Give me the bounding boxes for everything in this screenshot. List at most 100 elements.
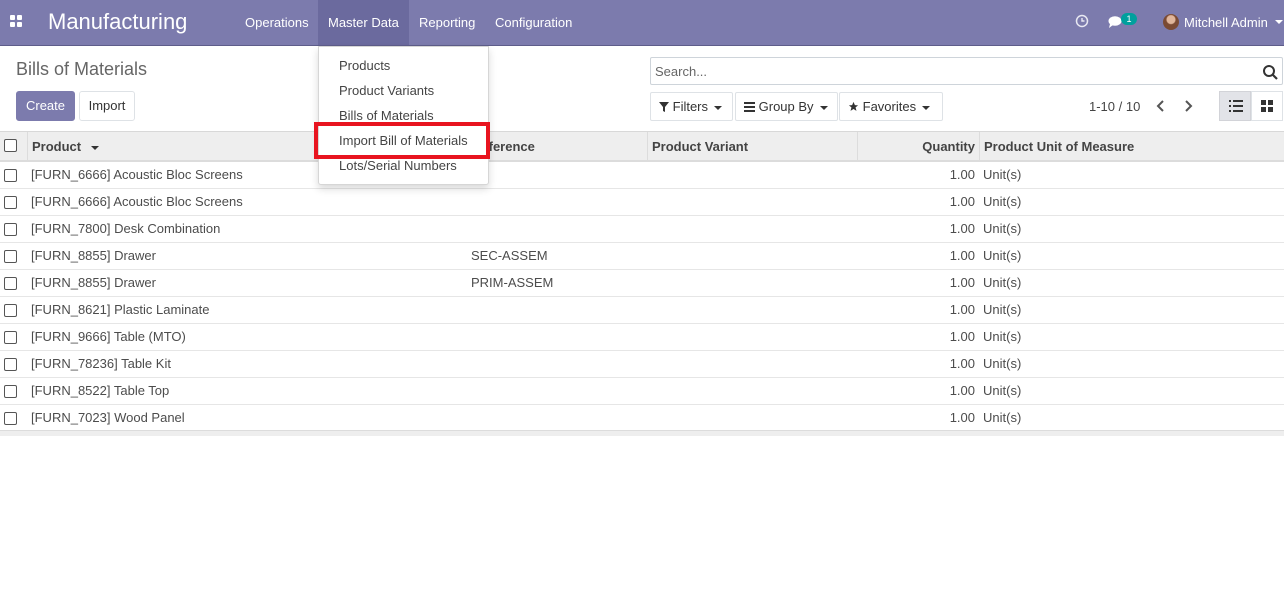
cell-product: [FURN_7800] Desk Combination <box>31 221 221 236</box>
pager-value[interactable]: 1-10 / 10 <box>1089 99 1140 114</box>
import-button[interactable]: Import <box>79 91 135 121</box>
cell-product: [FURN_8855] Drawer <box>31 248 156 263</box>
row-checkbox[interactable] <box>4 196 17 209</box>
menu-configuration[interactable]: Configuration <box>485 0 582 45</box>
apps-grid-icon[interactable] <box>10 15 23 28</box>
list-view-button[interactable] <box>1219 91 1251 121</box>
table-row[interactable]: [FURN_8522] Table Top 1.00 Unit(s) <box>0 378 1284 405</box>
column-header-variant[interactable]: Product Variant <box>647 132 857 161</box>
menu-master-data[interactable]: Master Data <box>318 0 409 45</box>
cell-reference: SEC-ASSEM <box>471 248 548 263</box>
caret-down-icon <box>922 105 931 110</box>
table-row[interactable]: [FURN_7800] Desk Combination 1.00 Unit(s) <box>0 216 1284 243</box>
cell-product: [FURN_8855] Drawer <box>31 275 156 290</box>
app-name[interactable]: Manufacturing <box>48 9 187 35</box>
dropdown-item-products[interactable]: Products <box>339 56 390 76</box>
cell-uom: Unit(s) <box>983 356 1022 371</box>
table-row[interactable]: [FURN_9666] Table (MTO) 1.00 Unit(s) <box>0 324 1284 351</box>
page-title: Bills of Materials <box>16 59 148 79</box>
cell-quantity: 1.00 <box>949 329 975 344</box>
cell-quantity: 1.00 <box>949 248 975 263</box>
search-input[interactable] <box>655 61 1245 81</box>
dropdown-item-import-bill-of-materials[interactable]: Import Bill of Materials <box>339 131 468 151</box>
top-navbar: Manufacturing Operations Master Data Rep… <box>0 0 1284 46</box>
column-header-reference[interactable]: Reference <box>467 132 647 161</box>
cell-quantity: 1.00 <box>949 410 975 425</box>
cell-reference: PRIM-ASSEM <box>471 275 554 290</box>
messages-count-badge: 1 <box>1121 13 1137 25</box>
chevron-down-icon[interactable] <box>1275 20 1283 24</box>
table-row[interactable]: [FURN_8855] Drawer PRIM-ASSEM 1.00 Unit(s) <box>0 270 1284 297</box>
cell-uom: Unit(s) <box>983 329 1022 344</box>
cell-quantity: 1.00 <box>949 275 975 290</box>
row-checkbox[interactable] <box>4 223 17 236</box>
row-checkbox[interactable] <box>4 412 17 425</box>
favorites-button[interactable]: Favorites <box>839 92 943 121</box>
menu-reporting[interactable]: Reporting <box>409 0 485 45</box>
cell-uom: Unit(s) <box>983 410 1022 425</box>
dropdown-item-lots-serial-numbers[interactable]: Lots/Serial Numbers <box>339 156 457 176</box>
column-header-product-label: Product <box>32 139 82 154</box>
cell-quantity: 1.00 <box>949 221 975 236</box>
cell-product: [FURN_9666] Table (MTO) <box>31 329 186 344</box>
master-data-dropdown: Products Product Variants Bills of Mater… <box>318 46 489 185</box>
group-by-bars-icon <box>744 102 755 112</box>
cell-product: [FURN_7023] Wood Panel <box>31 410 185 425</box>
row-checkbox[interactable] <box>4 304 17 317</box>
select-all-checkbox[interactable] <box>4 139 17 152</box>
column-header-uom[interactable]: Product Unit of Measure <box>979 132 1284 161</box>
column-header-quantity[interactable]: Quantity <box>857 132 979 161</box>
filters-button[interactable]: Filters <box>650 92 733 121</box>
filters-label: Filters <box>672 99 709 114</box>
table-row[interactable]: [FURN_8621] Plastic Laminate 1.00 Unit(s) <box>0 297 1284 324</box>
caret-down-icon <box>819 105 828 110</box>
user-menu[interactable]: Mitchell Admin <box>1184 15 1268 30</box>
search-box <box>650 57 1283 85</box>
activity-clock-icon[interactable] <box>1075 14 1089 28</box>
cell-quantity: 1.00 <box>949 194 975 209</box>
menu-operations[interactable]: Operations <box>235 0 319 45</box>
cell-quantity: 1.00 <box>949 383 975 398</box>
sort-caret-icon <box>90 145 99 150</box>
caret-down-icon <box>714 105 723 110</box>
cell-uom: Unit(s) <box>983 383 1022 398</box>
dropdown-item-product-variants[interactable]: Product Variants <box>339 81 434 101</box>
cell-product: [FURN_8621] Plastic Laminate <box>31 302 210 317</box>
cell-product: [FURN_6666] Acoustic Bloc Screens <box>31 194 243 209</box>
cell-uom: Unit(s) <box>983 248 1022 263</box>
cell-uom: Unit(s) <box>983 302 1022 317</box>
cell-uom: Unit(s) <box>983 167 1022 182</box>
user-avatar[interactable] <box>1163 14 1179 30</box>
table-row[interactable]: [FURN_78236] Table Kit 1.00 Unit(s) <box>0 351 1284 378</box>
dropdown-item-bills-of-materials[interactable]: Bills of Materials <box>339 106 434 126</box>
table-header: Product Reference Product Variant Quanti… <box>0 131 1284 162</box>
table-row[interactable]: [FURN_7023] Wood Panel 1.00 Unit(s) <box>0 405 1284 432</box>
row-checkbox[interactable] <box>4 250 17 263</box>
cell-uom: Unit(s) <box>983 194 1022 209</box>
pager-previous-icon[interactable] <box>1156 100 1165 112</box>
cell-quantity: 1.00 <box>949 356 975 371</box>
table-row[interactable]: [FURN_8855] Drawer SEC-ASSEM 1.00 Unit(s) <box>0 243 1284 270</box>
row-checkbox[interactable] <box>4 358 17 371</box>
table-footer <box>0 430 1284 436</box>
create-button[interactable]: Create <box>16 91 75 121</box>
search-icon[interactable] <box>1262 64 1278 80</box>
row-checkbox[interactable] <box>4 385 17 398</box>
row-checkbox[interactable] <box>4 277 17 290</box>
row-checkbox[interactable] <box>4 331 17 344</box>
star-icon <box>848 101 859 111</box>
cell-product: [FURN_8522] Table Top <box>31 383 170 398</box>
cell-uom: Unit(s) <box>983 221 1022 236</box>
favorites-label: Favorites <box>862 99 917 114</box>
filter-funnel-icon <box>659 102 669 112</box>
row-checkbox[interactable] <box>4 169 17 182</box>
group-by-button[interactable]: Group By <box>735 92 838 121</box>
group-by-label: Group By <box>758 99 814 114</box>
cell-product: [FURN_78236] Table Kit <box>31 356 171 371</box>
kanban-grid-icon <box>1261 100 1273 112</box>
table-row[interactable]: [FURN_6666] Acoustic Bloc Screens 1.00 Uni… <box>0 162 1284 189</box>
cell-quantity: 1.00 <box>949 302 975 317</box>
table-row[interactable]: [FURN_6666] Acoustic Bloc Screens 1.00 Uni… <box>0 189 1284 216</box>
pager-next-icon[interactable] <box>1184 100 1193 112</box>
kanban-view-button[interactable] <box>1251 91 1283 121</box>
